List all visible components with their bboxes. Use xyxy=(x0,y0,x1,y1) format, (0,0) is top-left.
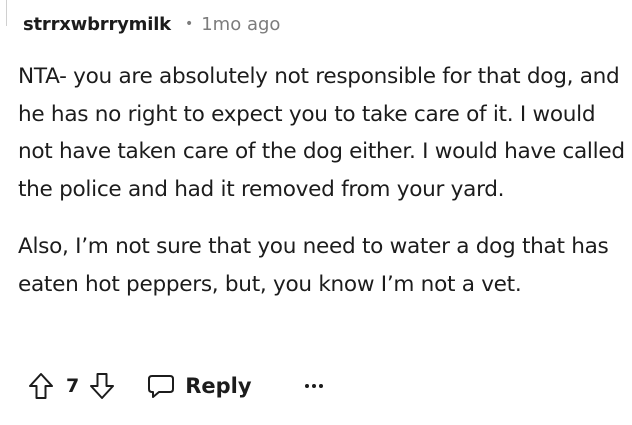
comment-body: NTA- you are absolutely not responsible … xyxy=(18,58,628,303)
vote-score: 7 xyxy=(66,375,80,397)
reply-button[interactable]: Reply xyxy=(147,373,252,399)
comment-paragraph-1: NTA- you are absolutely not responsible … xyxy=(18,64,625,202)
upvote-icon xyxy=(29,373,53,399)
downvote-button[interactable] xyxy=(87,371,117,401)
downvote-icon xyxy=(90,373,115,399)
timestamp[interactable]: 1mo ago xyxy=(201,14,280,35)
comment-paragraph-2: Also, I’m not sure that you need to wate… xyxy=(18,234,609,297)
more-options-button[interactable] xyxy=(302,374,326,398)
reply-label: Reply xyxy=(185,374,252,398)
username-link[interactable]: strrxwbrrymilk xyxy=(23,14,171,35)
upvote-button[interactable] xyxy=(26,371,56,401)
comment-header: strrxwbrrymilk • 1mo ago xyxy=(23,12,280,36)
separator-dot: • xyxy=(184,16,194,32)
reply-bubble-icon xyxy=(148,375,175,398)
more-dots-icon xyxy=(304,384,323,388)
thread-line xyxy=(0,0,7,26)
comment-actions: 7 Reply xyxy=(26,368,326,404)
